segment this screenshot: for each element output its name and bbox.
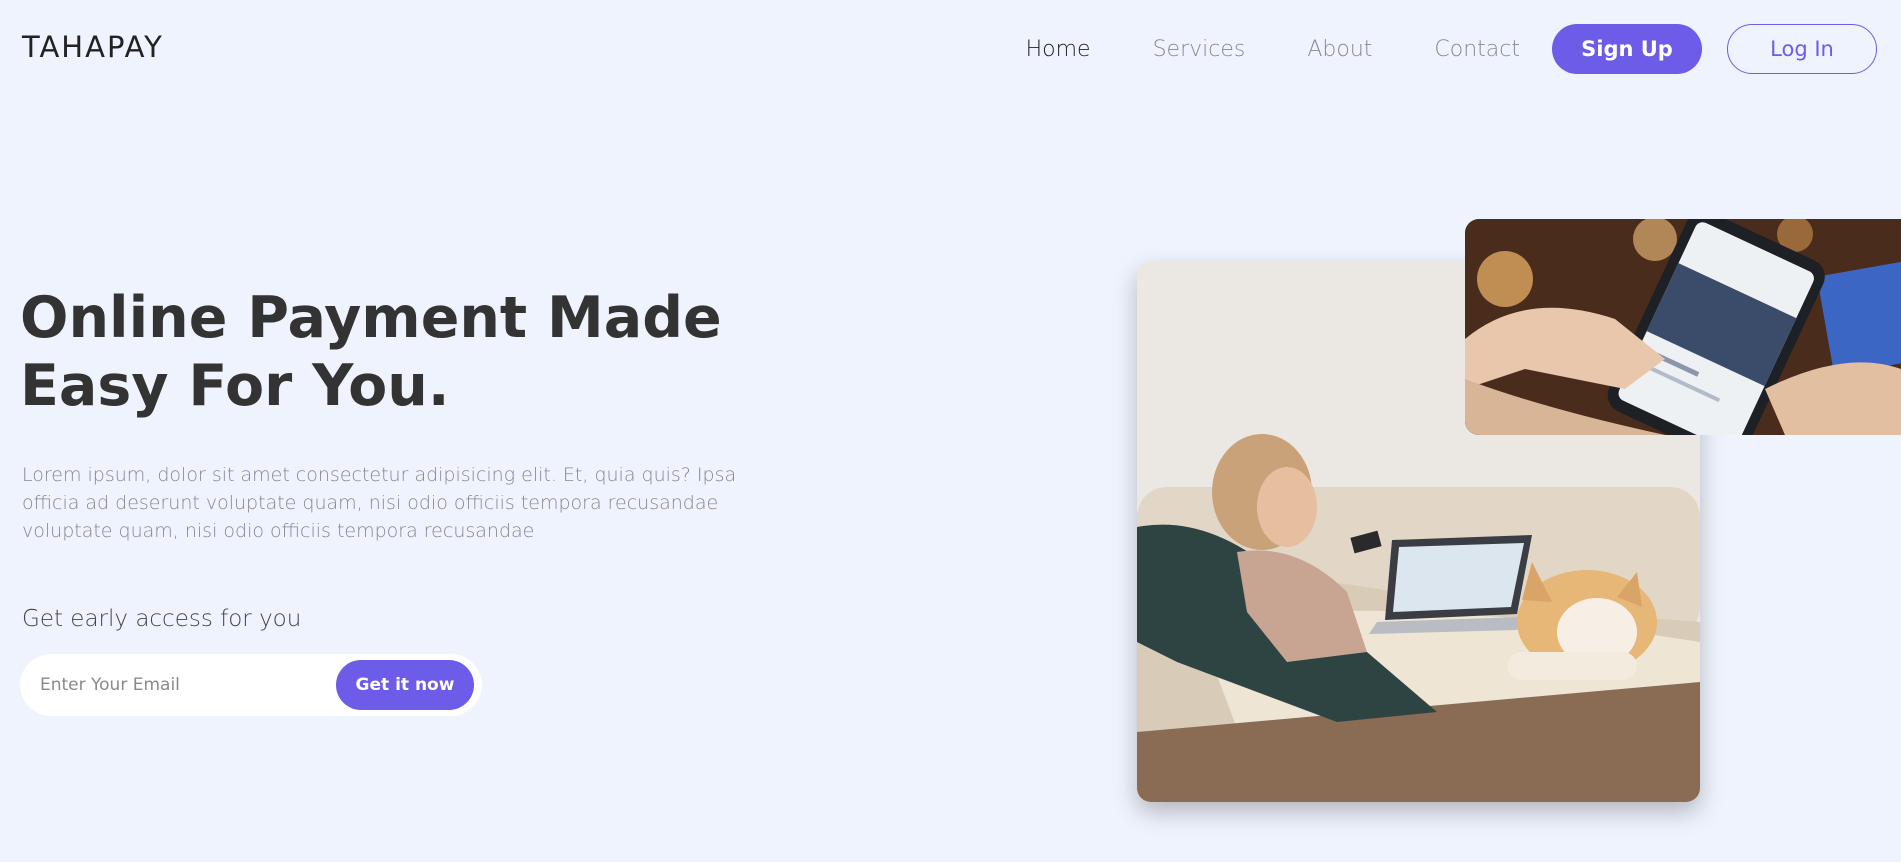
phone-illustration <box>1465 219 1901 435</box>
hero-title-line2: Easy For You. <box>20 353 450 419</box>
hero-photo-phone-shopping <box>1465 219 1901 435</box>
hero-description: Lorem ipsum, dolor sit amet consectetur … <box>22 464 737 542</box>
get-it-now-button[interactable]: Get it now <box>336 660 474 710</box>
hero-title: Online Payment Made Easy For You. <box>20 284 740 420</box>
nav-home[interactable]: Home <box>1026 37 1091 62</box>
hero-title-line1: Online Payment Made <box>20 285 722 351</box>
login-button[interactable]: Log In <box>1727 24 1877 74</box>
brand-logo[interactable]: TAHAPAY <box>22 30 164 64</box>
early-access-label: Get early access for you <box>22 606 302 632</box>
nav-contact[interactable]: Contact <box>1434 37 1520 62</box>
signup-button[interactable]: Sign Up <box>1552 24 1702 74</box>
nav-services[interactable]: Services <box>1153 37 1246 62</box>
top-nav: Home Services About Contact Sign Up Log … <box>1026 24 1877 74</box>
nav-about[interactable]: About <box>1307 37 1372 62</box>
email-signup-form: Get it now <box>20 654 482 716</box>
email-input[interactable] <box>40 675 336 695</box>
